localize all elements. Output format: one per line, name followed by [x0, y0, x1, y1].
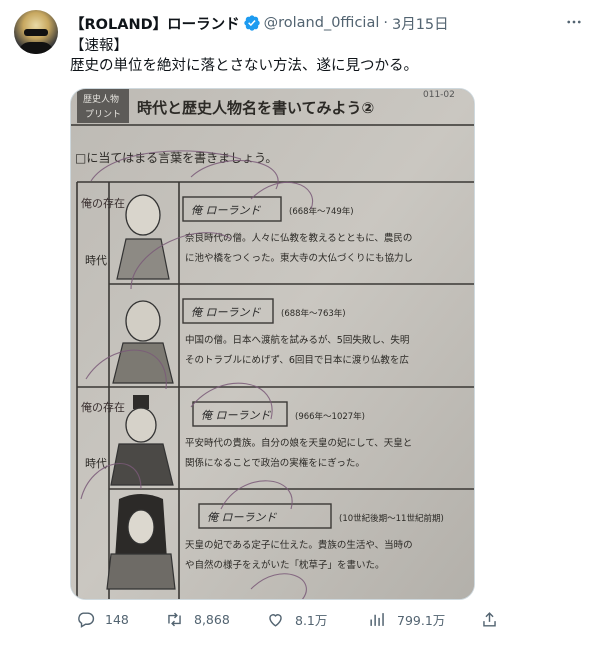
- view-count: 799.1万: [397, 613, 446, 628]
- retweet-count: 8,868: [194, 612, 230, 627]
- entry-description: そのトラブルにめげず、6回目で日本に渡り仏教を広: [185, 354, 409, 366]
- worksheet-instruction: □に当てはまる言葉を書きましょう。: [75, 151, 277, 165]
- entry-years: (668年～749年): [289, 206, 354, 217]
- views-button[interactable]: 799.1万: [368, 610, 445, 629]
- reply-icon: [78, 612, 95, 628]
- author-handle[interactable]: @roland_0fficial: [264, 15, 380, 31]
- tweet[interactable]: 【ROLAND】ローランド @roland_0fficial · 3月15日 【…: [0, 0, 598, 645]
- worksheet-code: 011-02: [423, 90, 455, 100]
- entry-description: 天皇の妃である定子に仕えた。貴族の生活や、当時の: [185, 539, 413, 551]
- more-icon[interactable]: [564, 12, 584, 32]
- corner-tag-line: プリント: [85, 109, 121, 120]
- tweet-photo[interactable]: 歴史人物 プリント 時代と歴史人物名を書いてみよう② 011-02 □に当てはま…: [70, 88, 475, 600]
- handwritten-name: 俺 ローランド: [201, 409, 271, 422]
- tweet-text-line: 【速報】: [70, 38, 128, 54]
- like-icon: [269, 614, 282, 627]
- like-button[interactable]: 8.1万: [266, 610, 327, 629]
- tweet-text-line: 歴史の単位を絶対に落とさない方法、遂に見つかる。: [70, 58, 418, 74]
- entry-years: (966年～1027年): [295, 411, 365, 422]
- entry-description: や自然の様子をえがいた「枕草子」を書いた。: [185, 559, 385, 571]
- tweet-text: 【速報】 歴史の単位を絶対に落とさない方法、遂に見つかる。: [70, 36, 585, 76]
- handwritten-name: 俺 ローランド: [191, 306, 261, 319]
- handwritten-name: 俺 ローランド: [207, 511, 277, 524]
- avatar[interactable]: [14, 10, 58, 54]
- author-name[interactable]: 【ROLAND】ローランド: [70, 13, 240, 34]
- entry-description: に池や橋をつくった。東大寺の大仏づくりにも協力し: [185, 252, 413, 264]
- corner-tag-line: 歴史人物: [83, 93, 119, 105]
- handwritten-name: 俺 ローランド: [191, 204, 261, 217]
- reply-button[interactable]: 148: [76, 610, 129, 629]
- retweet-icon: [168, 612, 181, 627]
- entry-description: 関係になることで政治の実権をにぎった。: [185, 457, 365, 469]
- tweet-header: 【ROLAND】ローランド @roland_0fficial · 3月15日: [70, 12, 449, 34]
- worksheet-title: 時代と歴史人物名を書いてみよう②: [137, 99, 374, 117]
- share-icon: [483, 612, 496, 627]
- entry-years: (688年～763年): [281, 308, 346, 319]
- share-button[interactable]: [480, 610, 509, 629]
- worksheet-photo: 歴史人物 プリント 時代と歴史人物名を書いてみよう② 011-02 □に当てはま…: [71, 89, 474, 599]
- entry-description: 中国の僧。日本へ渡航を試みるが、5回失敗し、失明: [185, 334, 409, 346]
- verified-badge-icon: [243, 15, 260, 31]
- reply-count: 148: [105, 612, 129, 627]
- tweet-date[interactable]: 3月15日: [392, 13, 449, 34]
- era-written: 俺の存在: [81, 196, 125, 210]
- entry-description: 平安時代の貴族。自分の娘を天皇の妃にして、天皇と: [185, 437, 412, 449]
- views-icon: [370, 613, 384, 626]
- tweet-actions: 148 8,868 8.1万 799.1万: [70, 606, 590, 636]
- like-count: 8.1万: [295, 613, 328, 628]
- entry-years: (10世紀後期～11世紀前期): [339, 513, 444, 524]
- retweet-button[interactable]: 8,868: [165, 610, 230, 629]
- separator-dot: ·: [383, 15, 388, 31]
- era-written: 俺の存在: [81, 400, 125, 414]
- era-suffix: 時代: [85, 254, 107, 267]
